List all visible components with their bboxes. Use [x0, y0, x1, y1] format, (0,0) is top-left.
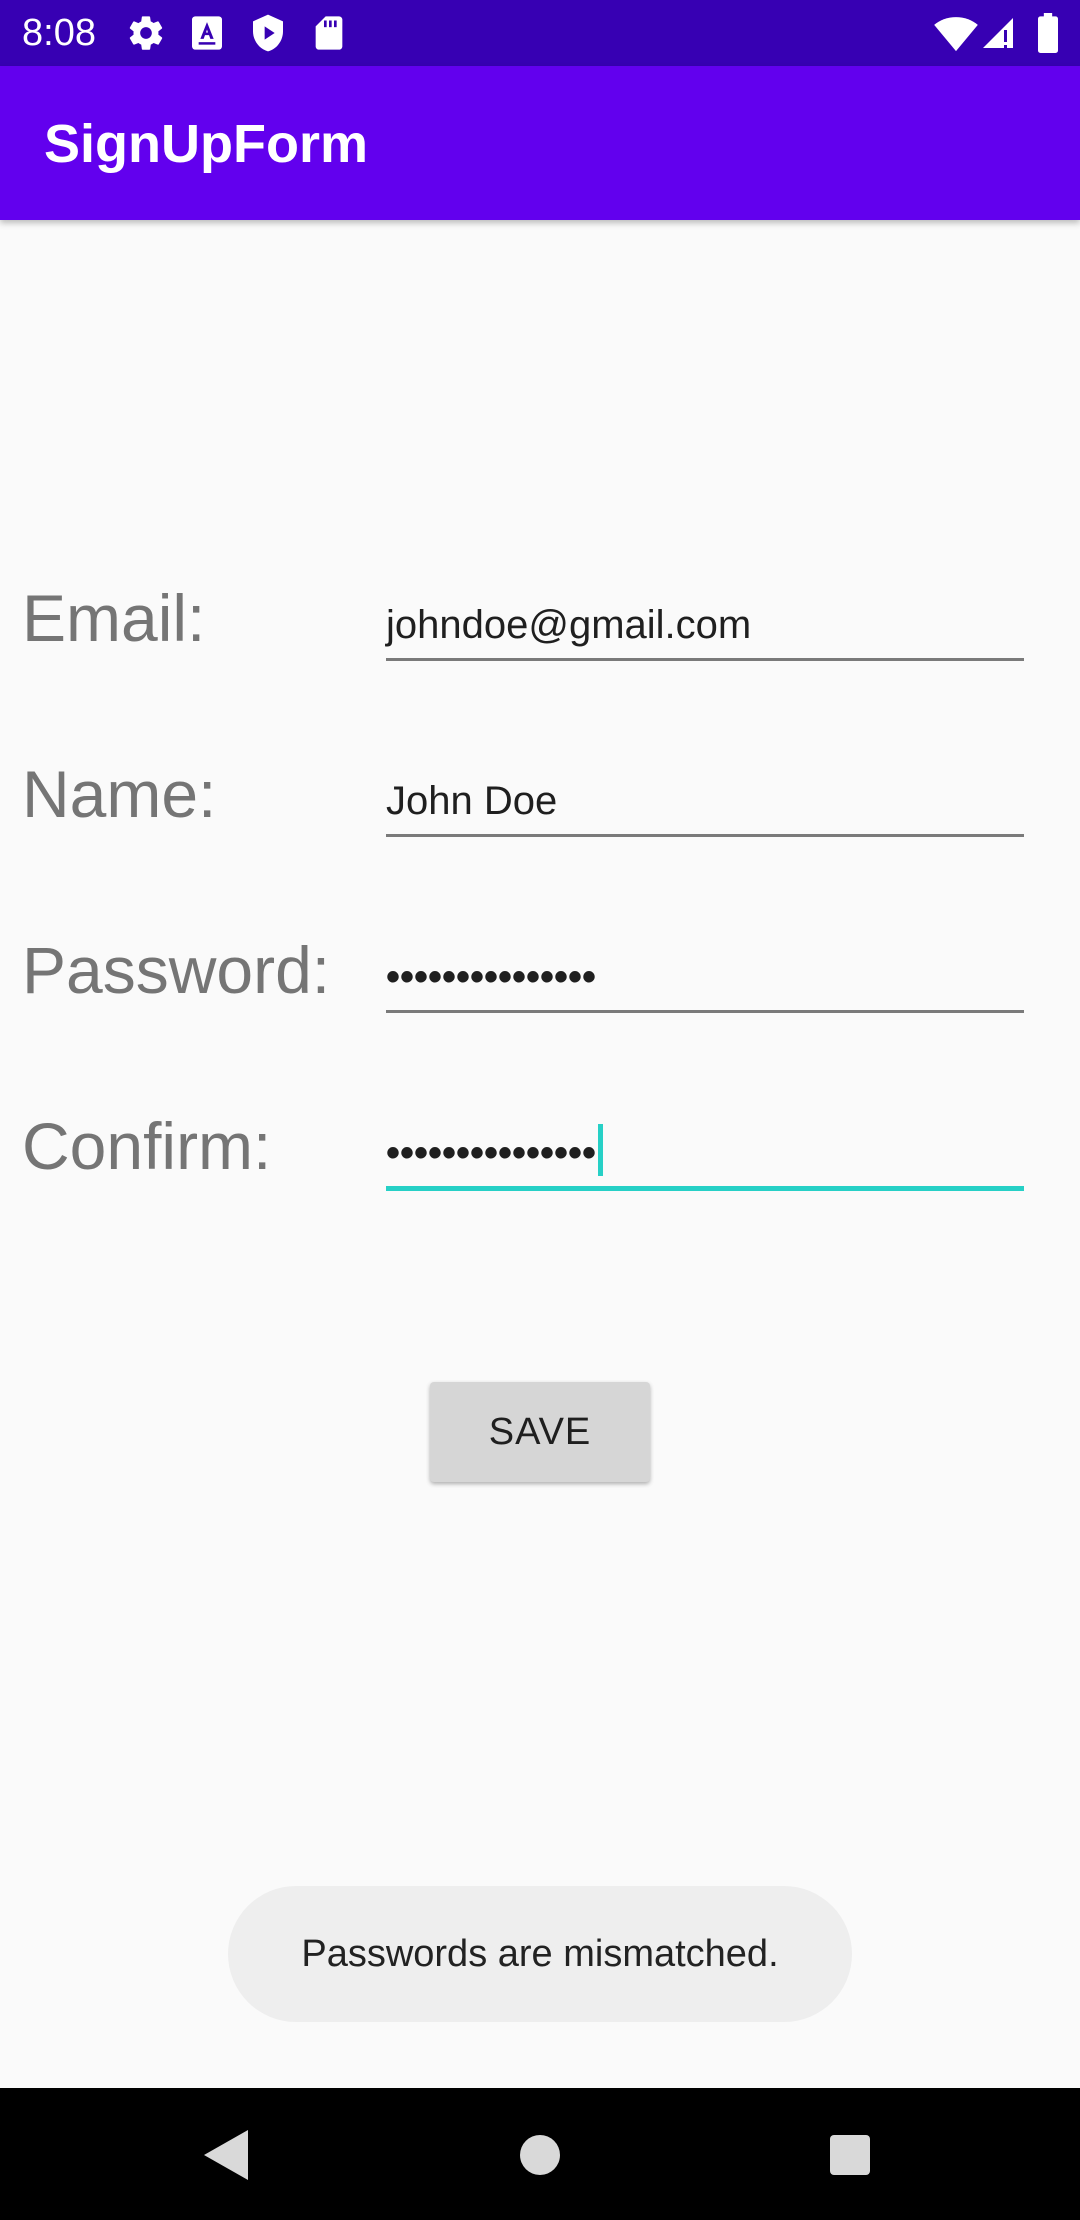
status-bar: 8:08: [0, 0, 1080, 66]
password-field[interactable]: •••••••••••••••: [386, 936, 1024, 1013]
text-cursor: [598, 1124, 604, 1176]
recents-icon[interactable]: [829, 2134, 871, 2176]
app-title: SignUpForm: [44, 114, 368, 174]
confirm-value-wrapper: •••••••••••••••: [386, 1124, 604, 1178]
name-field[interactable]: John Doe: [386, 760, 1024, 837]
save-button[interactable]: SAVE: [430, 1382, 650, 1482]
gear-icon: [129, 16, 163, 50]
name-label: Name:: [22, 757, 217, 831]
keyboard-a-icon: [192, 16, 222, 50]
cellular-signal-icon: [983, 18, 1013, 48]
battery-icon: [1038, 13, 1058, 53]
name-value: John Doe: [386, 779, 558, 823]
confirm-label: Confirm:: [22, 1109, 272, 1183]
confirm-password-field[interactable]: •••••••••••••••: [386, 1112, 1024, 1191]
status-time: 8:08: [22, 12, 96, 54]
confirm-value: •••••••••••••••: [386, 1131, 597, 1175]
app-bar: SignUpForm: [0, 66, 1080, 220]
email-field[interactable]: johndoe@gmail.com: [386, 584, 1024, 661]
password-label: Password:: [22, 933, 331, 1007]
navigation-bar: [0, 2088, 1080, 2220]
email-label: Email:: [22, 581, 206, 655]
home-icon[interactable]: [519, 2134, 561, 2176]
toast-message: Passwords are mismatched.: [228, 1886, 852, 2022]
email-value: johndoe@gmail.com: [386, 603, 752, 647]
password-value: •••••••••••••••: [386, 955, 597, 999]
wifi-icon: [934, 17, 978, 52]
shield-icon: [253, 14, 283, 52]
sd-card-icon: [315, 16, 343, 50]
back-icon[interactable]: [204, 2130, 248, 2180]
